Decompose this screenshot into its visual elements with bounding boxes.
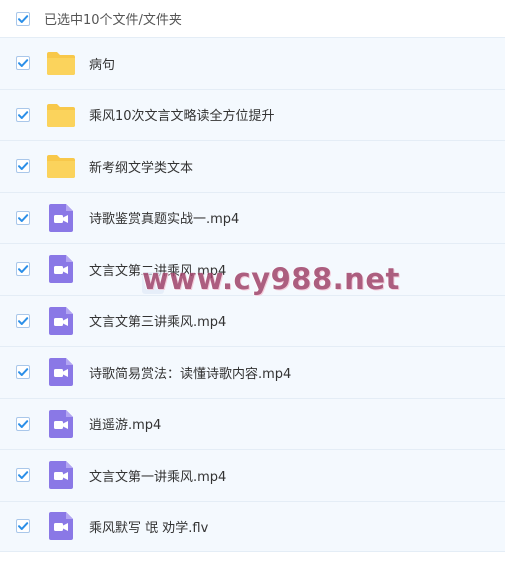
file-row[interactable]: 逍遥游.mp4 [0,397,505,449]
select-all-checkbox[interactable] [16,11,30,26]
file-row[interactable]: 乘风默写 氓 劝学.flv [0,500,505,552]
file-name[interactable]: 诗歌鉴赏真题实战一.mp4 [89,208,239,227]
file-name[interactable]: 新考纲文学类文本 [89,157,193,176]
row-checkbox[interactable] [16,210,30,225]
checkmark-icon [18,213,29,222]
file-row[interactable]: 文言文第一讲乘风.mp4 [0,449,505,501]
file-row[interactable]: 病句 [0,37,505,89]
video-file-icon [46,511,76,541]
folder-icon [46,151,76,181]
checkmark-icon [18,471,29,480]
video-file-icon [46,409,76,439]
video-file-icon [46,460,76,490]
checkmark-icon [18,522,29,531]
checkmark-icon [18,110,29,119]
row-checkbox[interactable] [16,159,30,174]
folder-icon [46,48,76,78]
file-name[interactable]: 诗歌简易赏法：读懂诗歌内容.mp4 [89,363,291,382]
file-row[interactable]: 诗歌简易赏法：读懂诗歌内容.mp4 [0,346,505,398]
row-checkbox[interactable] [16,519,30,534]
selection-header: 已选中10个文件/文件夹 [0,0,505,37]
checkmark-icon [18,265,29,274]
video-file-icon [46,254,76,284]
row-checkbox[interactable] [16,107,30,122]
file-row[interactable]: 文言文第三讲乘风.mp4 [0,294,505,346]
file-name[interactable]: 乘风默写 氓 劝学.flv [89,517,208,536]
watermark-logo-icon [142,272,164,294]
video-file-icon [46,357,76,387]
row-checkbox[interactable] [16,56,30,71]
file-name[interactable]: 病句 [89,54,115,73]
row-checkbox[interactable] [16,365,30,380]
folder-icon [46,100,76,130]
checkmark-icon [18,162,29,171]
row-checkbox[interactable] [16,468,30,483]
file-row[interactable]: 乘风10次文言文略读全方位提升 [0,88,505,140]
file-name[interactable]: 文言文第一讲乘风.mp4 [89,466,226,485]
file-name[interactable]: 逍遥游.mp4 [89,414,161,433]
checkmark-icon [18,59,29,68]
checkmark-icon [18,14,29,23]
checkmark-icon [18,316,29,325]
video-file-icon [46,203,76,233]
file-name[interactable]: 文言文第三讲乘风.mp4 [89,311,226,330]
file-list: 病句乘风10次文言文略读全方位提升 新考纲文学类文本诗歌鉴赏真题实战一.mp4 文言… [0,37,505,552]
row-checkbox[interactable] [16,416,30,431]
row-checkbox[interactable] [16,313,30,328]
file-row[interactable]: 诗歌鉴赏真题实战一.mp4 [0,191,505,243]
file-row[interactable]: 新考纲文学类文本 [0,140,505,192]
row-checkbox[interactable] [16,262,30,277]
selection-count-text: 已选中10个文件/文件夹 [44,13,182,28]
file-row[interactable]: 文言文第二讲乘风.mp4 [0,243,505,295]
checkmark-icon [18,419,29,428]
file-name[interactable]: 乘风10次文言文略读全方位提升 [89,105,275,124]
video-file-icon [46,306,76,336]
checkmark-icon [18,368,29,377]
